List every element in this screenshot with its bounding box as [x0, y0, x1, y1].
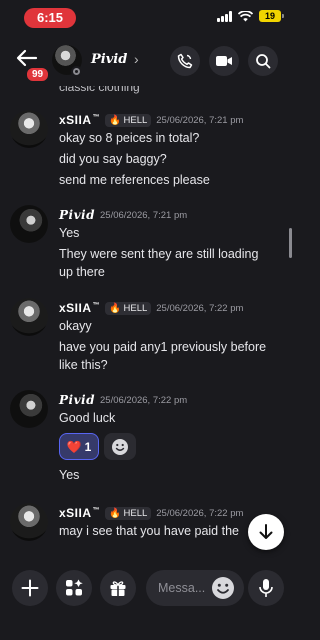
message-timestamp: 25/06/2026, 7:22 pm — [100, 394, 188, 406]
microphone-icon — [259, 579, 273, 597]
message-header: xSIIA™ 🔥 HELL 25/06/2026, 7:21 pm — [59, 113, 243, 127]
message-line: have you paid any1 previously before — [59, 340, 267, 354]
message-line: Yes — [59, 226, 80, 240]
status-indicator — [71, 66, 82, 77]
phone-icon — [177, 53, 193, 69]
emoji-icon — [212, 577, 234, 599]
apps-button[interactable] — [56, 570, 92, 606]
plus-icon — [21, 579, 39, 597]
apps-icon — [66, 579, 83, 596]
wifi-icon — [238, 10, 253, 21]
search-icon — [256, 54, 271, 69]
flame-icon: 🔥 — [109, 114, 121, 126]
arrow-down-icon — [259, 524, 273, 539]
message-line: did you say baggy? — [59, 152, 167, 166]
message-header: Pivid 25/06/2026, 7:22 pm — [59, 393, 187, 407]
message-line: classic clothing — [59, 86, 140, 94]
unread-badge: 99 — [25, 66, 51, 83]
author-name[interactable]: Pivid — [59, 208, 95, 222]
message-list[interactable]: classic clothing xSIIA™ 🔥 HELL 25/06/202… — [0, 86, 295, 564]
chevron-right-icon[interactable]: › — [134, 51, 139, 67]
message-line: send me references please — [59, 173, 210, 187]
status-bar: 6:15 19 — [0, 0, 295, 34]
server-tag[interactable]: 🔥 HELL — [105, 113, 152, 127]
message-composer — [0, 564, 295, 640]
message-line: may i see that you have paid the — [59, 524, 239, 538]
message-line: They were sent they are still loading — [59, 247, 259, 261]
author-name[interactable]: xSIIA™ — [59, 506, 100, 520]
chat-header: 99 Pivid › — [0, 36, 295, 86]
avatar[interactable] — [10, 298, 48, 336]
avatar[interactable] — [10, 503, 48, 541]
status-icons: 19 — [217, 10, 284, 22]
signal-icon — [217, 10, 232, 22]
message-header: xSIIA™ 🔥 HELL 25/06/2026, 7:22 pm — [59, 506, 243, 520]
message-timestamp: 25/06/2026, 7:21 pm — [100, 209, 188, 221]
gift-button[interactable] — [100, 570, 136, 606]
message-line: okay so 8 peices in total? — [59, 131, 200, 145]
arrow-left-icon — [16, 49, 38, 67]
message-timestamp: 25/06/2026, 7:21 pm — [156, 114, 244, 126]
reaction-count: 1 — [84, 439, 92, 454]
message-line: up there — [59, 265, 105, 279]
author-name[interactable]: xSIIA™ — [59, 301, 100, 315]
scrollbar[interactable] — [289, 228, 292, 258]
emoji-icon — [112, 438, 128, 455]
flame-icon: 🔥 — [109, 302, 121, 314]
video-call-button[interactable] — [209, 46, 239, 76]
server-tag[interactable]: 🔥 HELL — [105, 301, 152, 315]
avatar[interactable] — [10, 110, 48, 148]
message-line: okayy — [59, 319, 92, 333]
heart-icon: ❤️ — [66, 439, 82, 454]
flame-icon: 🔥 — [109, 507, 121, 519]
status-time: 6:15 — [24, 8, 76, 28]
battery-icon: 19 — [259, 10, 284, 22]
message-line: Yes — [59, 468, 80, 482]
jump-to-bottom-button[interactable] — [248, 514, 284, 550]
emoji-button[interactable] — [210, 575, 236, 601]
author-name[interactable]: xSIIA™ — [59, 113, 100, 127]
channel-name[interactable]: Pivid — [91, 52, 127, 67]
message-timestamp: 25/06/2026, 7:22 pm — [156, 507, 244, 519]
message-line: Good luck — [59, 411, 116, 425]
add-reaction-button[interactable] — [104, 433, 136, 460]
message-timestamp: 25/06/2026, 7:22 pm — [156, 302, 244, 314]
avatar[interactable] — [10, 205, 48, 243]
message-header: xSIIA™ 🔥 HELL 25/06/2026, 7:22 pm — [59, 301, 243, 315]
author-name[interactable]: Pivid — [59, 393, 95, 407]
avatar[interactable] — [10, 390, 48, 428]
reaction-heart[interactable]: ❤️ 1 — [59, 433, 99, 460]
message-header: Pivid 25/06/2026, 7:21 pm — [59, 208, 187, 222]
video-camera-icon — [216, 56, 232, 66]
attach-button[interactable] — [12, 570, 48, 606]
server-tag[interactable]: 🔥 HELL — [105, 506, 152, 520]
voice-message-button[interactable] — [248, 570, 284, 606]
call-button[interactable] — [170, 46, 200, 76]
gift-icon — [110, 581, 126, 596]
search-button[interactable] — [248, 46, 278, 76]
message-line: like this? — [59, 358, 108, 372]
